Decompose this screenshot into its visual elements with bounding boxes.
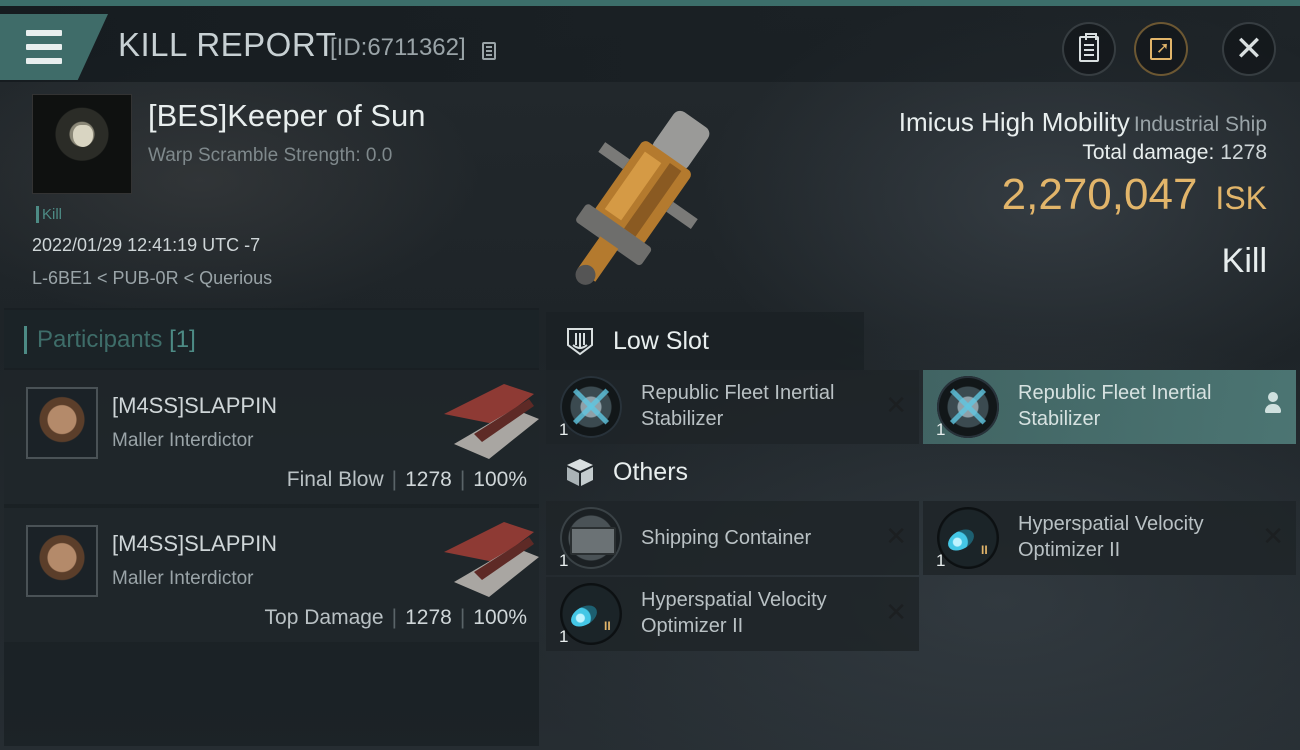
destroyed-icon: ✕ bbox=[885, 521, 907, 551]
share-icon bbox=[1150, 38, 1172, 60]
stat-separator: | bbox=[391, 468, 398, 491]
item-low-1[interactable]: 1 Republic Fleet Inertial Stabilizer bbox=[923, 370, 1296, 444]
participant-ship-image bbox=[444, 384, 539, 459]
item-name-line1: Republic Fleet Inertial bbox=[1018, 382, 1212, 404]
item-low-0[interactable]: 1 Republic Fleet Inertial Stabilizer ✕ bbox=[546, 370, 919, 444]
result-label: Kill bbox=[1221, 242, 1267, 280]
participant-ship: Maller Interdictor bbox=[112, 568, 254, 589]
person-icon bbox=[1262, 390, 1284, 416]
victim-name[interactable]: [BES]Keeper of Sun bbox=[148, 98, 425, 134]
participants-label: Participants bbox=[37, 326, 163, 353]
stat-separator: | bbox=[459, 606, 466, 629]
victim-ship-image bbox=[575, 110, 710, 285]
ship-name-line[interactable]: Imicus High Mobility Industrial Ship bbox=[899, 107, 1267, 138]
velocity-optimizer-icon bbox=[937, 507, 999, 569]
item-name: Hyperspatial Velocity Optimizer II bbox=[1018, 511, 1258, 563]
participant-damage: 1278 bbox=[405, 606, 452, 629]
participant-stats: Top Damage | 1278 | 100% bbox=[265, 606, 527, 630]
victim-avatar[interactable] bbox=[32, 94, 132, 194]
cube-icon bbox=[567, 459, 593, 486]
participant-role: Final Blow bbox=[286, 468, 384, 491]
participant-name: [M4SS]SLAPPIN bbox=[112, 531, 278, 556]
item-other-2[interactable]: 1 Hyperspatial Velocity Optimizer II ✕ bbox=[546, 577, 919, 651]
inertial-stabilizer-icon bbox=[937, 376, 999, 438]
item-quantity: 1 bbox=[936, 420, 946, 439]
ship-class: Industrial Ship bbox=[1133, 113, 1267, 136]
kill-location[interactable]: L-6BE1 < PUB-0R < Querious bbox=[32, 268, 272, 289]
total-damage-value: 1278 bbox=[1220, 141, 1267, 164]
clipboard-button[interactable] bbox=[1062, 22, 1116, 76]
item-name: Shipping Container bbox=[641, 527, 812, 549]
clipboard-icon bbox=[1079, 33, 1099, 62]
item-name: Republic Fleet Inertial Stabilizer bbox=[1018, 380, 1258, 432]
destroyed-icon: ✕ bbox=[885, 597, 907, 627]
ship-name: Imicus High Mobility bbox=[898, 107, 1130, 137]
item-name: Hyperspatial Velocity Optimizer II bbox=[641, 587, 881, 639]
item-name-line1: Hyperspatial Velocity bbox=[641, 589, 827, 611]
item-name: Republic Fleet Inertial Stabilizer bbox=[641, 380, 881, 432]
item-other-1[interactable]: 1 Hyperspatial Velocity Optimizer II ✕ bbox=[923, 501, 1296, 575]
item-quantity: 1 bbox=[559, 551, 569, 570]
isk-unit: ISK bbox=[1215, 180, 1267, 216]
low-slot-label: Low Slot bbox=[613, 326, 709, 355]
participant-damage: 1278 bbox=[405, 468, 452, 491]
item-name-line2: Stabilizer bbox=[1018, 408, 1101, 430]
kill-tag: Kill bbox=[36, 206, 62, 223]
page-title: KILL REPORT bbox=[118, 26, 337, 63]
close-button[interactable]: ✕ bbox=[1222, 22, 1276, 76]
report-id: [ID:6711362] bbox=[330, 34, 466, 61]
others-label: Others bbox=[613, 457, 689, 486]
participant-ship-image bbox=[444, 522, 539, 597]
participant-name: [M4SS]SLAPPIN bbox=[112, 393, 278, 418]
others-header: Others bbox=[546, 443, 864, 501]
item-name-line2: Stabilizer bbox=[641, 408, 724, 430]
participants-title: Participants [1] bbox=[24, 326, 196, 354]
velocity-optimizer-icon bbox=[560, 583, 622, 645]
item-name-line2: Optimizer II bbox=[641, 615, 744, 637]
inertial-stabilizer-icon bbox=[560, 376, 622, 438]
total-damage: Total damage: 1278 bbox=[1082, 141, 1267, 165]
shipping-container-icon bbox=[560, 507, 622, 569]
warp-scramble-strength: Warp Scramble Strength: 0.0 bbox=[148, 145, 393, 166]
header-bar: KILL REPORT [ID:6711362] ✕ bbox=[0, 6, 1300, 82]
menu-button[interactable] bbox=[0, 14, 108, 80]
participant-avatar[interactable] bbox=[26, 525, 98, 597]
kill-datetime: 2022/01/29 12:41:19 UTC -7 bbox=[32, 235, 261, 255]
share-button[interactable] bbox=[1134, 22, 1188, 76]
item-other-0[interactable]: 1 Shipping Container ✕ bbox=[546, 501, 919, 575]
item-quantity: 1 bbox=[936, 551, 946, 570]
low-slot-icon bbox=[567, 328, 593, 356]
destroyed-icon: ✕ bbox=[1262, 521, 1284, 551]
participant-stats: Final Blow | 1278 | 100% bbox=[287, 468, 527, 492]
item-name-line1: Republic Fleet Inertial bbox=[641, 382, 835, 404]
participant-row[interactable]: [M4SS]SLAPPIN Maller Interdictor Top Dam… bbox=[4, 508, 539, 642]
close-icon: ✕ bbox=[1234, 30, 1264, 68]
participant-ship: Maller Interdictor bbox=[112, 430, 254, 451]
item-name-line1: Hyperspatial Velocity bbox=[1018, 513, 1204, 535]
isk-value: 2,270,047 bbox=[1001, 170, 1198, 219]
copy-icon[interactable] bbox=[482, 42, 496, 60]
item-quantity: 1 bbox=[559, 627, 569, 646]
destroyed-icon: ✕ bbox=[885, 390, 907, 420]
total-damage-label: Total damage: bbox=[1082, 141, 1215, 164]
participant-avatar[interactable] bbox=[26, 387, 98, 459]
stat-separator: | bbox=[391, 606, 398, 629]
hamburger-icon bbox=[26, 26, 62, 68]
participant-role: Top Damage bbox=[264, 606, 384, 629]
low-slot-header: Low Slot bbox=[546, 312, 864, 370]
participant-percent: 100% bbox=[473, 468, 527, 491]
stat-separator: | bbox=[459, 468, 466, 491]
item-name-line2: Optimizer II bbox=[1018, 539, 1121, 561]
participant-row[interactable]: [M4SS]SLAPPIN Maller Interdictor Final B… bbox=[4, 370, 539, 504]
isk-value-row: 2,270,047 ISK bbox=[1002, 170, 1267, 220]
item-quantity: 1 bbox=[559, 420, 569, 439]
participants-count: [1] bbox=[169, 326, 196, 353]
participant-percent: 100% bbox=[473, 606, 527, 629]
